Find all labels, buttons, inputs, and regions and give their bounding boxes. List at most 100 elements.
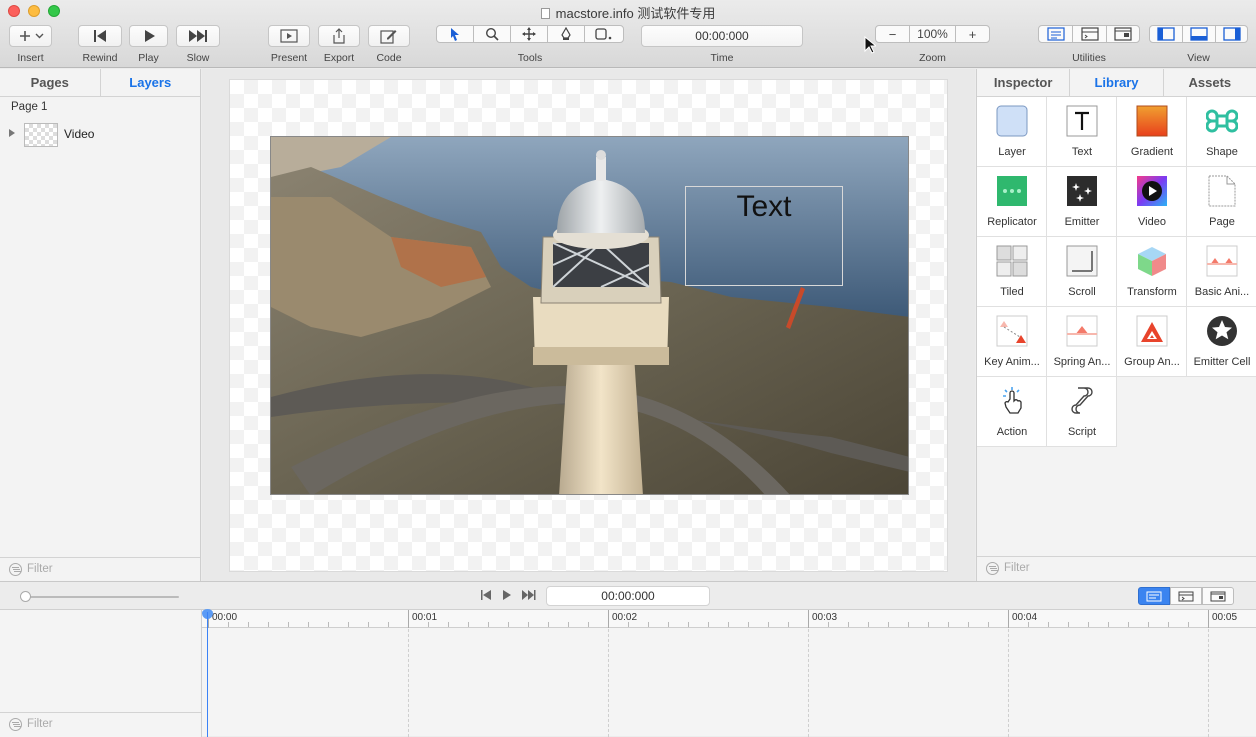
- library-item-emitter-cell[interactable]: Emitter Cell: [1187, 307, 1256, 377]
- media-panel-icon: [1114, 27, 1132, 41]
- utilities-media-button[interactable]: [1106, 25, 1140, 43]
- library-item-group-animation[interactable]: Group An...: [1117, 307, 1187, 377]
- view-right-panel-button[interactable]: [1215, 25, 1248, 43]
- export-button[interactable]: [318, 25, 360, 47]
- timeline-play-icon[interactable]: [502, 589, 512, 601]
- ruler-minor-tick: [1048, 622, 1049, 627]
- ruler-minor-tick: [648, 622, 649, 627]
- tab-assets[interactable]: Assets: [1164, 69, 1256, 96]
- rewind-button[interactable]: [78, 25, 122, 47]
- tab-library[interactable]: Library: [1069, 69, 1164, 96]
- library-item-text[interactable]: Text: [1047, 97, 1117, 167]
- window-title: macstore.info 测试软件专用: [0, 3, 1256, 22]
- window-toolbar: macstore.info 测试软件专用 Insert Rewind Play …: [0, 0, 1256, 68]
- video-icon: [1137, 176, 1167, 206]
- timeline-time-field[interactable]: 00:00:000: [546, 586, 710, 606]
- ruler-minor-tick: [448, 622, 449, 627]
- export-icon: [333, 28, 345, 44]
- timeline-ruler[interactable]: 00:00 00:01 00:02 00:03 00:04 00:05: [202, 610, 1256, 628]
- present-label: Present: [270, 52, 308, 64]
- present-button[interactable]: [268, 25, 310, 47]
- timeline-zoom-slider-knob[interactable]: [20, 591, 31, 602]
- library-item-page[interactable]: Page: [1187, 167, 1256, 237]
- pen-tool-button[interactable]: [547, 25, 585, 43]
- tab-inspector[interactable]: Inspector: [977, 69, 1069, 96]
- ruler-minor-tick: [1088, 622, 1089, 627]
- ruler-minor-tick: [1068, 622, 1069, 627]
- time-field[interactable]: 00:00:000: [641, 25, 803, 47]
- select-tool-button[interactable]: [436, 25, 474, 43]
- timeline-fast-forward-icon[interactable]: [521, 589, 537, 601]
- play-button[interactable]: [129, 25, 168, 47]
- library-item-key-animation[interactable]: Key Anim...: [977, 307, 1047, 377]
- disclosure-triangle-icon[interactable]: [9, 129, 15, 137]
- timeline-layer-list: Filter: [0, 610, 202, 737]
- code-edit-icon: [380, 30, 397, 44]
- tiled-icon: [996, 245, 1028, 277]
- move-arrows-icon: [522, 27, 536, 41]
- utilities-label: Utilities: [1072, 52, 1106, 64]
- playhead-line[interactable]: [207, 612, 208, 737]
- library-item-replicator[interactable]: Replicator: [977, 167, 1047, 237]
- timeline-panel: 00:00:000 Filter 00:00 00:01 00:02 00:03: [0, 581, 1256, 737]
- inspector-panel-icon: [1046, 27, 1065, 41]
- tick-label-2: 00:02: [612, 612, 638, 623]
- zoom-tool-button[interactable]: [473, 25, 511, 43]
- library-item-spring-animation[interactable]: Spring An...: [1047, 307, 1117, 377]
- library-item-emitter[interactable]: Emitter: [1047, 167, 1117, 237]
- layer-icon: [996, 105, 1028, 137]
- magnifier-icon: [485, 27, 499, 41]
- library-item-layer[interactable]: Layer: [977, 97, 1047, 167]
- ruler-minor-tick: [488, 622, 489, 627]
- text-layer[interactable]: Text: [685, 186, 843, 286]
- library-item-tiled[interactable]: Tiled: [977, 237, 1047, 307]
- page-name[interactable]: Page 1: [11, 101, 47, 113]
- ruler-minor-tick: [1188, 622, 1189, 627]
- ruler-minor-tick: [1148, 622, 1149, 627]
- insert-button[interactable]: [9, 25, 52, 47]
- utilities-inspector-button[interactable]: [1038, 25, 1073, 43]
- zoom-value[interactable]: 100%: [909, 25, 956, 43]
- library-filter[interactable]: Filter: [977, 556, 1256, 580]
- library-item-shape[interactable]: Shape: [1187, 97, 1256, 167]
- canvas[interactable]: Text: [229, 79, 948, 572]
- tab-layers[interactable]: Layers: [99, 69, 201, 96]
- timeline-mode-inspector[interactable]: [1138, 587, 1170, 605]
- library-item-gradient[interactable]: Gradient: [1117, 97, 1187, 167]
- timeline-zoom-slider[interactable]: [24, 596, 179, 598]
- library-item-transform[interactable]: Transform: [1117, 237, 1187, 307]
- timeline-mode-console[interactable]: [1170, 587, 1202, 605]
- code-button[interactable]: [368, 25, 410, 47]
- timeline-filter[interactable]: Filter: [0, 712, 201, 736]
- arrow-pointer-icon: [451, 28, 459, 41]
- document-icon: [540, 8, 550, 19]
- library-item-scroll[interactable]: Scroll: [1047, 237, 1117, 307]
- library-panel: Inspector Library Assets Layer Text Grad…: [976, 69, 1256, 581]
- timeline-mode-media[interactable]: [1202, 587, 1234, 605]
- ruler-major-tick: [608, 610, 609, 628]
- move-tool-button[interactable]: [510, 25, 548, 43]
- rectangle-tool-icon: [595, 28, 612, 40]
- library-item-action[interactable]: Action: [977, 377, 1047, 447]
- timeline-rewind-icon[interactable]: [480, 589, 492, 601]
- spring-animation-icon: [1066, 315, 1098, 347]
- zoom-in-button[interactable]: +: [955, 25, 990, 43]
- timeline-tracks[interactable]: [203, 629, 1256, 737]
- library-item-script[interactable]: Script: [1047, 377, 1117, 447]
- shape-tool-button[interactable]: [584, 25, 624, 43]
- view-left-panel-button[interactable]: [1149, 25, 1183, 43]
- layers-filter[interactable]: Filter: [0, 557, 200, 581]
- tick-label-3: 00:03: [812, 612, 838, 623]
- utilities-console-button[interactable]: [1072, 25, 1107, 43]
- library-item-video[interactable]: Video: [1117, 167, 1187, 237]
- ruler-minor-tick: [428, 622, 429, 627]
- ruler-minor-tick: [508, 622, 509, 627]
- layer-row-video[interactable]: Video: [0, 121, 200, 147]
- tab-pages[interactable]: Pages: [0, 69, 100, 96]
- view-bottom-panel-button[interactable]: [1182, 25, 1216, 43]
- ruler-minor-tick: [968, 622, 969, 627]
- slow-button[interactable]: [176, 25, 220, 47]
- library-item-basic-animation[interactable]: Basic Ani...: [1187, 237, 1256, 307]
- ruler-minor-tick: [1108, 622, 1109, 627]
- zoom-out-button[interactable]: −: [875, 25, 910, 43]
